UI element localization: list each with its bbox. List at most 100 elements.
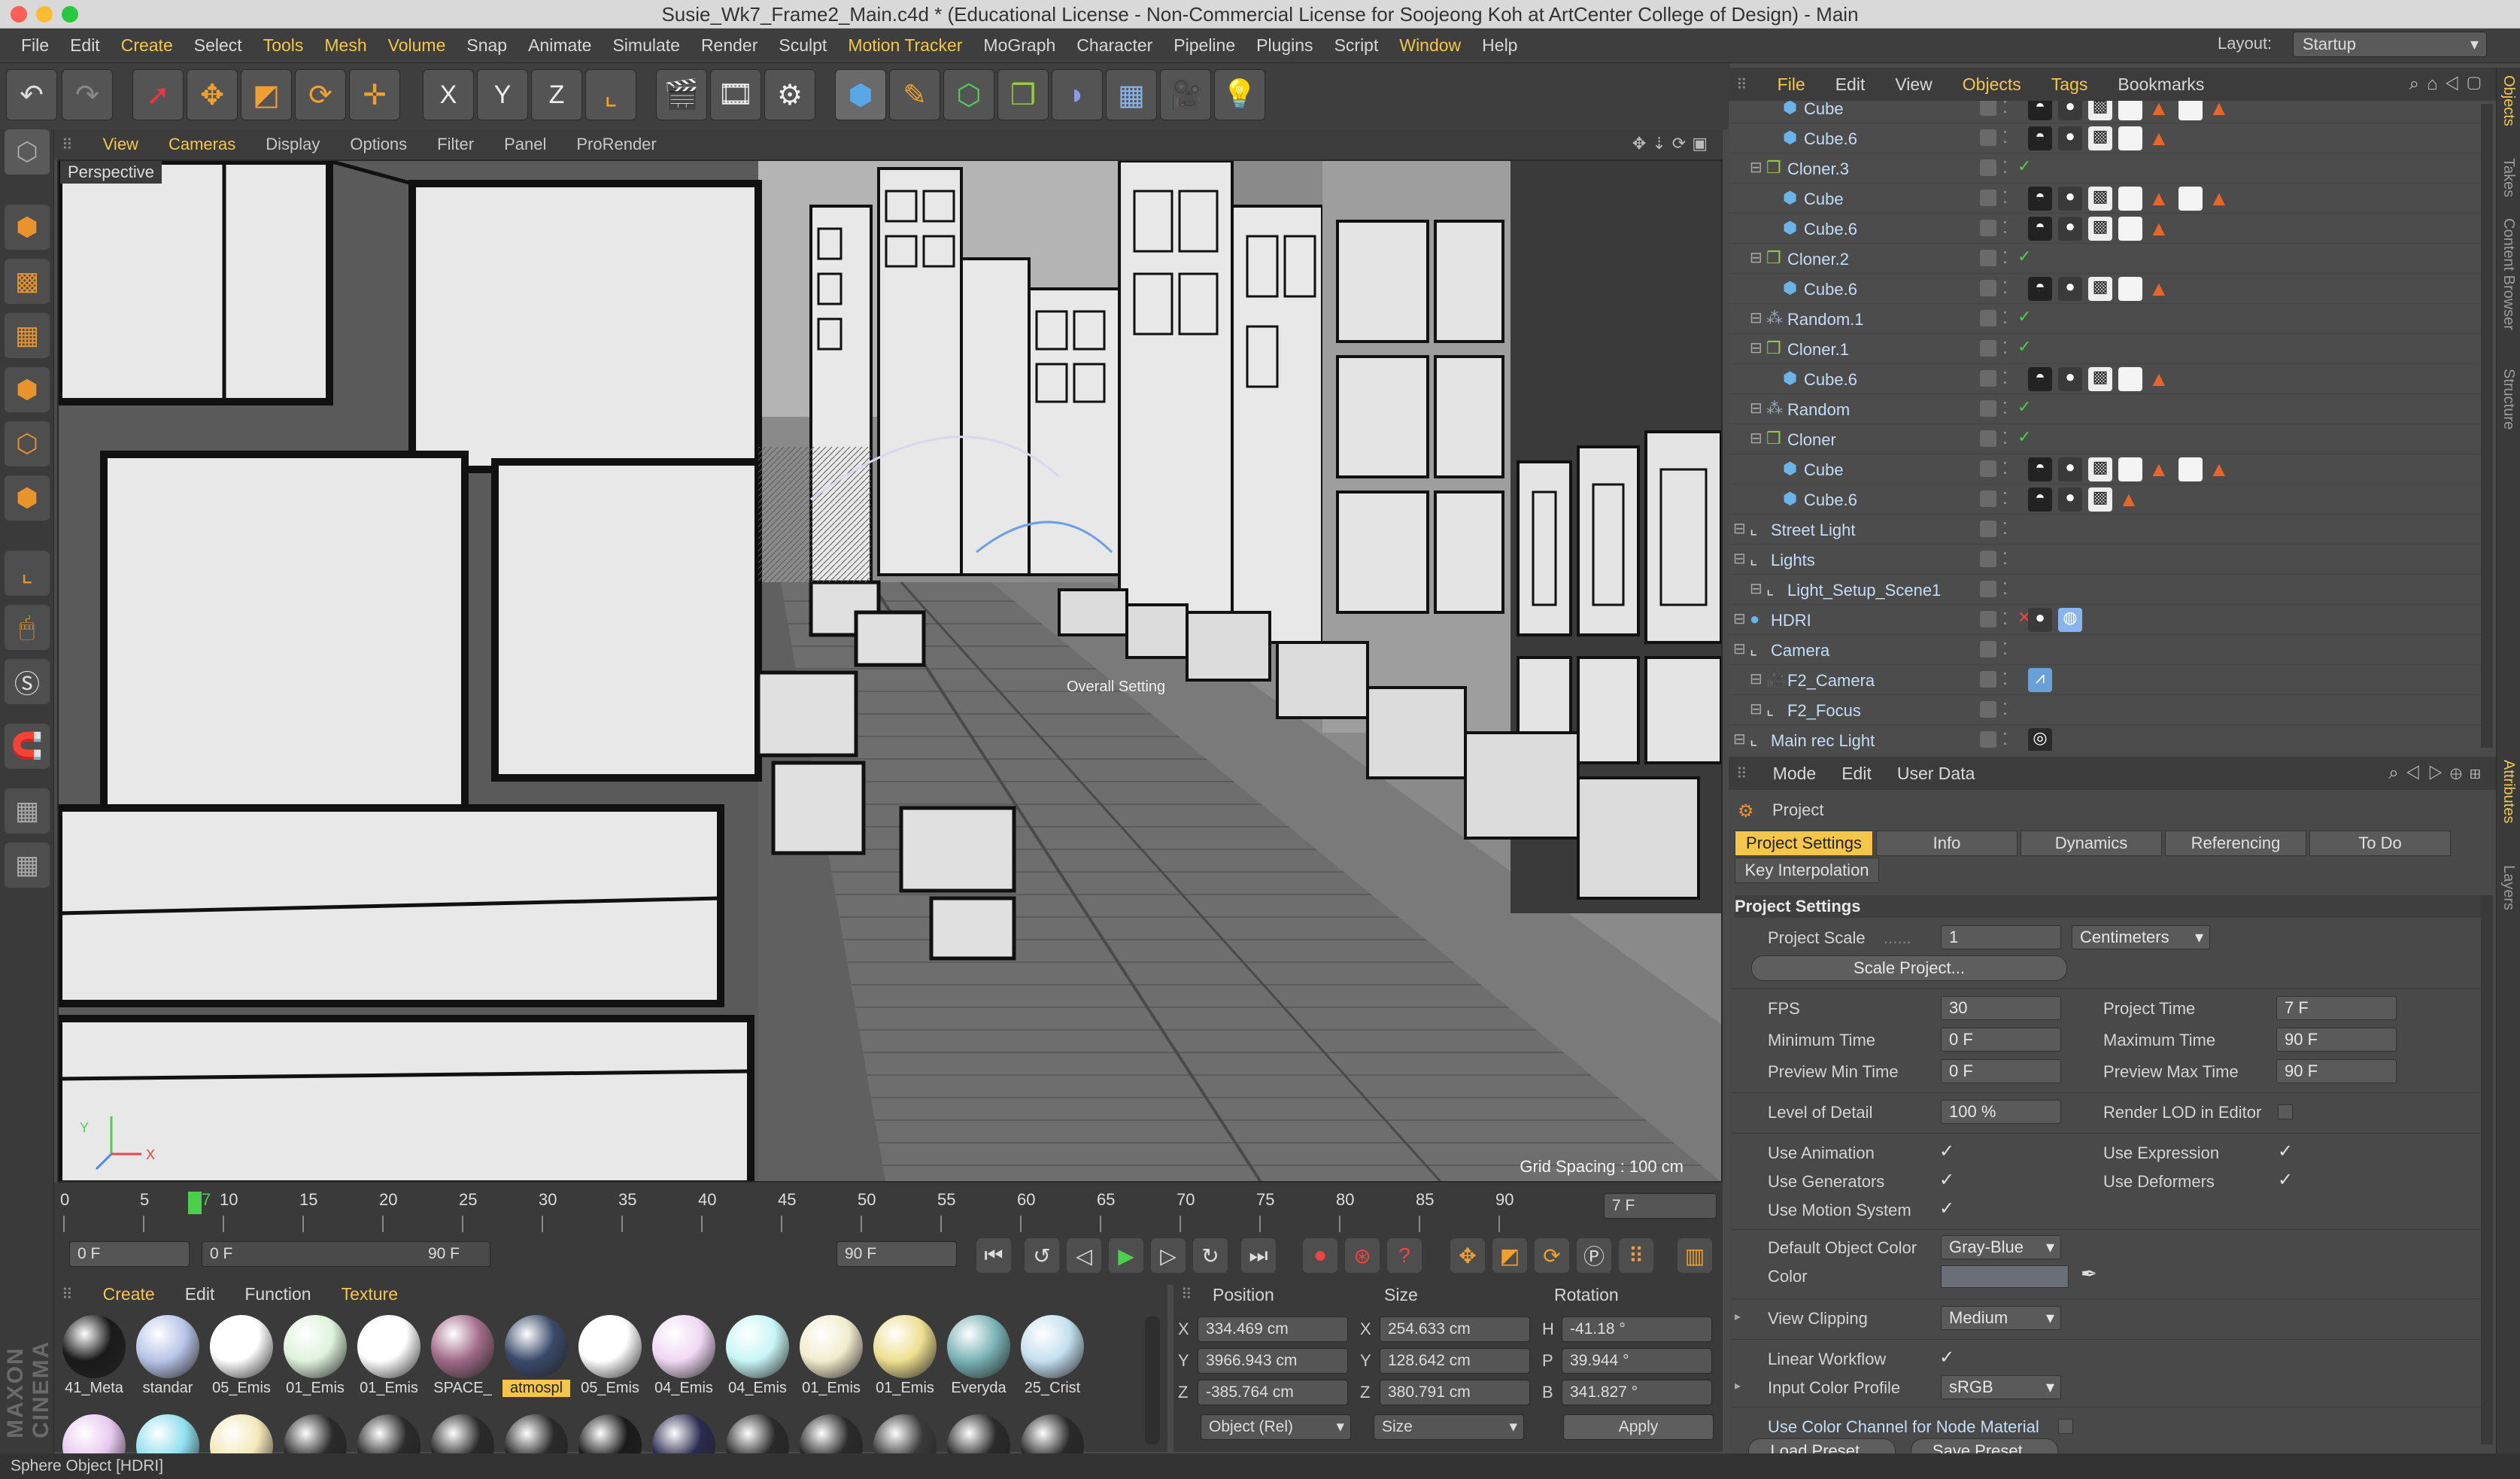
object-row[interactable]: ⊟ ⌞ F2_Focus ⁚ (1729, 695, 2481, 725)
use-animation-checkbox[interactable]: ✓ (1939, 1140, 1954, 1162)
linear-workflow-checkbox[interactable]: ✓ (1939, 1347, 1954, 1368)
key-parameter-button[interactable]: Ⓟ (1577, 1238, 1611, 1273)
z-axis-button[interactable]: Z (531, 69, 582, 120)
enabled-check-icon[interactable]: ✓ (2018, 427, 2031, 447)
menu-help[interactable]: Help (1482, 35, 1517, 56)
layer-visibility-toggle[interactable] (1980, 190, 1996, 206)
level-of-detail-field[interactable]: 100 % (1941, 1100, 2061, 1124)
white-tag-icon[interactable] (2118, 457, 2142, 481)
points-mode-button[interactable]: ⬢ (5, 367, 50, 412)
object-row[interactable]: ⊟ ❒ Cloner.1 ⁚ ✓ (1729, 334, 2481, 364)
object-row[interactable]: ⬢ Cube.6 ⁚ ◓ ● ▩ ▲ (1729, 364, 2481, 394)
object-row[interactable]: ⬢ Cube.6 ⁚ ◓ ● ▩ ▲ (1729, 214, 2481, 244)
expand-toggle-icon[interactable]: ⊟ (1750, 670, 1762, 688)
enabled-check-icon[interactable]: ✓ (2018, 397, 2031, 417)
tab-key-interpolation[interactable]: Key Interpolation (1735, 858, 1879, 883)
menu-character[interactable]: Character (1076, 35, 1152, 56)
check-tag-icon[interactable]: ▩ (2088, 457, 2112, 481)
workplane-lock-button[interactable]: ▦ (5, 788, 50, 834)
magnet-button[interactable]: 🧲 (5, 724, 50, 769)
material-swatch[interactable]: 05_Emis (576, 1315, 644, 1397)
ball-tag-icon[interactable]: ● (2058, 101, 2082, 120)
menu-select[interactable]: Select (194, 35, 242, 56)
load-preset-button[interactable]: Load Preset... (1748, 1438, 1896, 1453)
step-forward-button[interactable]: ▷ (1151, 1238, 1186, 1273)
timeline-ruler[interactable]: 0 5 10 15 20 25 30 35 40 45 50 55 60 65 70 75 80 85 90 7 7 … (54, 1183, 1723, 1241)
sky-tag-icon[interactable]: ◍ (2058, 608, 2082, 632)
redo-button[interactable]: ↷ (62, 69, 113, 120)
material-menu-texture[interactable]: Texture (342, 1284, 398, 1304)
layer-visibility-toggle[interactable] (1980, 701, 1996, 718)
tab-dynamics[interactable]: Dynamics (2021, 831, 2162, 856)
tab-objects[interactable]: Objects (2500, 75, 2517, 126)
menu-simulate[interactable]: Simulate (612, 35, 679, 56)
expand-toggle-icon[interactable]: ⊟ (1750, 339, 1762, 357)
edges-mode-button[interactable]: ⬡ (5, 421, 50, 466)
make-editable-button[interactable]: ⬡ (5, 129, 50, 175)
orange-tag-icon[interactable]: ▲ (2148, 457, 2172, 481)
orange-tag-icon[interactable]: ▲ (2209, 457, 2233, 481)
expand-toggle-icon[interactable]: ⊟ (1750, 700, 1762, 718)
model-mode-button[interactable]: ⬢ (5, 205, 50, 250)
expand-toggle-icon[interactable]: ⊟ (1750, 248, 1762, 267)
next-key-button[interactable]: ↻ (1193, 1238, 1228, 1273)
camera-button[interactable]: 🎥 (1160, 69, 1211, 120)
attribute-scrollbar[interactable] (2481, 895, 2493, 1444)
phong-tag-icon[interactable]: ◓ (2028, 217, 2052, 241)
layer-visibility-toggle[interactable] (1980, 490, 1996, 507)
visibility-dots[interactable]: ⁚ (2002, 730, 2008, 749)
rotation-field[interactable]: -41.18 ° (1562, 1317, 1712, 1342)
phong-tag-icon[interactable]: ◓ (2028, 101, 2052, 120)
expand-toggle-icon[interactable]: ⊟ (1733, 609, 1746, 628)
tab-project-settings[interactable]: Project Settings (1735, 831, 1873, 856)
orange-tag-icon[interactable]: ▲ (2148, 187, 2172, 211)
perspective-viewport[interactable]: Perspective Overall Setting Grid Spacing… (57, 159, 1723, 1183)
menu-animate[interactable]: Animate (528, 35, 591, 56)
selection-tool-button[interactable]: ➚ (132, 69, 184, 120)
playhead[interactable] (188, 1192, 202, 1214)
visibility-dots[interactable]: ⁚ (2002, 101, 2008, 117)
object-menu-edit[interactable]: Edit (1835, 74, 1866, 95)
ball-tag-icon[interactable]: ● (2058, 487, 2082, 512)
rotation-field[interactable]: 39.944 ° (1562, 1348, 1712, 1374)
check-tag-icon[interactable]: ▩ (2088, 187, 2112, 211)
current-frame-field[interactable]: 7 F (1604, 1193, 1717, 1219)
layer-visibility-toggle[interactable] (1980, 581, 1996, 597)
material-swatch[interactable]: SPACE_ (429, 1315, 496, 1397)
ball-tag-icon[interactable]: ● (2028, 608, 2052, 632)
visibility-dots[interactable]: ⁚ (2002, 579, 2008, 599)
x-axis-button[interactable]: X (423, 69, 474, 120)
preview-min-time-field[interactable]: 0 F (1941, 1059, 2061, 1083)
timeline-window-button[interactable]: ▥ (1677, 1238, 1712, 1273)
fps-field[interactable]: 30 (1941, 996, 2061, 1020)
tweak-mode-button[interactable]: 🖱 (5, 605, 50, 650)
object-row[interactable]: ⊟ ● HDRI ⁚ ✕ ● ◍ (1729, 605, 2481, 635)
phong-tag-icon[interactable]: ◓ (2028, 367, 2052, 391)
material-swatch[interactable]: 04_Emis (724, 1315, 791, 1397)
object-row[interactable]: ⬢ Cube.6 ⁚ ◓ ● ▩ ▲ (1729, 123, 2481, 153)
view-clipping-dropdown[interactable]: Medium ▾ (1941, 1306, 2061, 1330)
move-tool-button[interactable]: ✥ (187, 69, 238, 120)
menu-edit[interactable]: Edit (70, 35, 100, 56)
object-row[interactable]: ⊟ 🎥 F2_Camera ⁚ ⩘ (1729, 665, 2481, 695)
viewport-menu-display[interactable]: Display (266, 135, 320, 154)
use-expression-checkbox[interactable]: ✓ (2278, 1140, 2293, 1162)
white-tag-icon[interactable] (2118, 217, 2142, 241)
viewport-menu-panel[interactable]: Panel (504, 135, 546, 154)
menu-mesh[interactable]: Mesh (324, 35, 366, 56)
use-generators-checkbox[interactable]: ✓ (1939, 1169, 1954, 1191)
transform-tool-button[interactable]: ✛ (349, 69, 400, 120)
expand-arrow-icon[interactable]: ▸ (1735, 1378, 1741, 1393)
object-row[interactable]: ⊟ ⌞ Light_Setup_Scene1 ⁚ (1729, 575, 2481, 605)
orange-tag-icon[interactable]: ▲ (2148, 277, 2172, 301)
input-color-profile-dropdown[interactable]: sRGB ▾ (1941, 1375, 2061, 1399)
expand-toggle-icon[interactable]: ⊟ (1733, 549, 1746, 568)
expand-toggle-icon[interactable]: ⊟ (1733, 639, 1746, 658)
visibility-dots[interactable]: ⁚ (2002, 339, 2008, 358)
check-tag-icon[interactable]: ▩ (2088, 217, 2112, 241)
material-menu-edit[interactable]: Edit (185, 1284, 215, 1304)
orange-tag-icon[interactable]: ▲ (2148, 126, 2172, 150)
visibility-dots[interactable]: ⁚ (2002, 369, 2008, 388)
material-swatch[interactable]: 01_Emis (797, 1315, 865, 1397)
dark-tag-icon[interactable]: ◎ (2028, 728, 2052, 751)
